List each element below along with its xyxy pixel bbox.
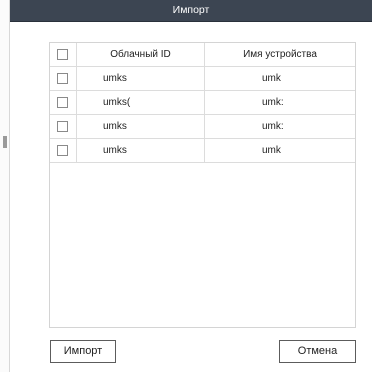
header-device-name-cell[interactable]: Имя устройства bbox=[205, 43, 355, 66]
import-button[interactable]: Импорт bbox=[50, 340, 116, 363]
device-name-cell: umk bbox=[205, 67, 355, 90]
row-checkbox-cell bbox=[50, 139, 76, 162]
cancel-button[interactable]: Отмена bbox=[279, 340, 356, 363]
header-cloud-id-cell[interactable]: Облачный ID bbox=[77, 43, 204, 66]
cloud-id-cell: umks bbox=[77, 67, 204, 90]
row-checkbox[interactable] bbox=[57, 145, 68, 156]
device-name-value: umk: bbox=[262, 121, 284, 132]
table-row[interactable]: umks( umk: bbox=[50, 91, 355, 115]
table-row[interactable]: umks umk bbox=[50, 67, 355, 91]
select-all-checkbox[interactable] bbox=[57, 49, 68, 60]
table-header-row: Облачный ID Имя устройства bbox=[50, 43, 355, 67]
background-window-edge bbox=[0, 0, 10, 372]
row-checkbox-cell bbox=[50, 67, 76, 90]
device-name-value: umk: bbox=[262, 97, 284, 108]
row-checkbox-cell bbox=[50, 91, 76, 114]
cloud-id-value: umks bbox=[103, 145, 127, 156]
header-cloud-id: Облачный ID bbox=[110, 49, 171, 60]
cloud-id-cell: umks bbox=[77, 115, 204, 138]
device-table: Облачный ID Имя устройства umks umk umks… bbox=[49, 42, 356, 328]
cloud-id-value: umks bbox=[103, 121, 127, 132]
cloud-id-value: umks( bbox=[103, 97, 131, 108]
device-name-cell: umk: bbox=[205, 91, 355, 114]
dialog-titlebar[interactable]: Импорт bbox=[10, 0, 372, 22]
device-name-cell: umk bbox=[205, 139, 355, 162]
table-row[interactable]: umks umk bbox=[50, 139, 355, 163]
dialog-title: Импорт bbox=[172, 4, 210, 16]
edge-marker bbox=[3, 136, 7, 148]
device-name-value: umk bbox=[262, 145, 281, 156]
row-checkbox[interactable] bbox=[57, 97, 68, 108]
table-row[interactable]: umks umk: bbox=[50, 115, 355, 139]
row-checkbox-cell bbox=[50, 115, 76, 138]
cloud-id-value: umks bbox=[103, 73, 127, 84]
cloud-id-cell: umks bbox=[77, 139, 204, 162]
device-name-value: umk bbox=[262, 73, 281, 84]
cloud-id-cell: umks( bbox=[77, 91, 204, 114]
row-checkbox[interactable] bbox=[57, 73, 68, 84]
row-checkbox[interactable] bbox=[57, 121, 68, 132]
device-name-cell: umk: bbox=[205, 115, 355, 138]
select-all-cell bbox=[50, 43, 76, 66]
import-dialog: Импорт Облачный ID Имя устройства umks u… bbox=[10, 0, 372, 372]
header-device-name: Имя устройства bbox=[243, 49, 317, 60]
